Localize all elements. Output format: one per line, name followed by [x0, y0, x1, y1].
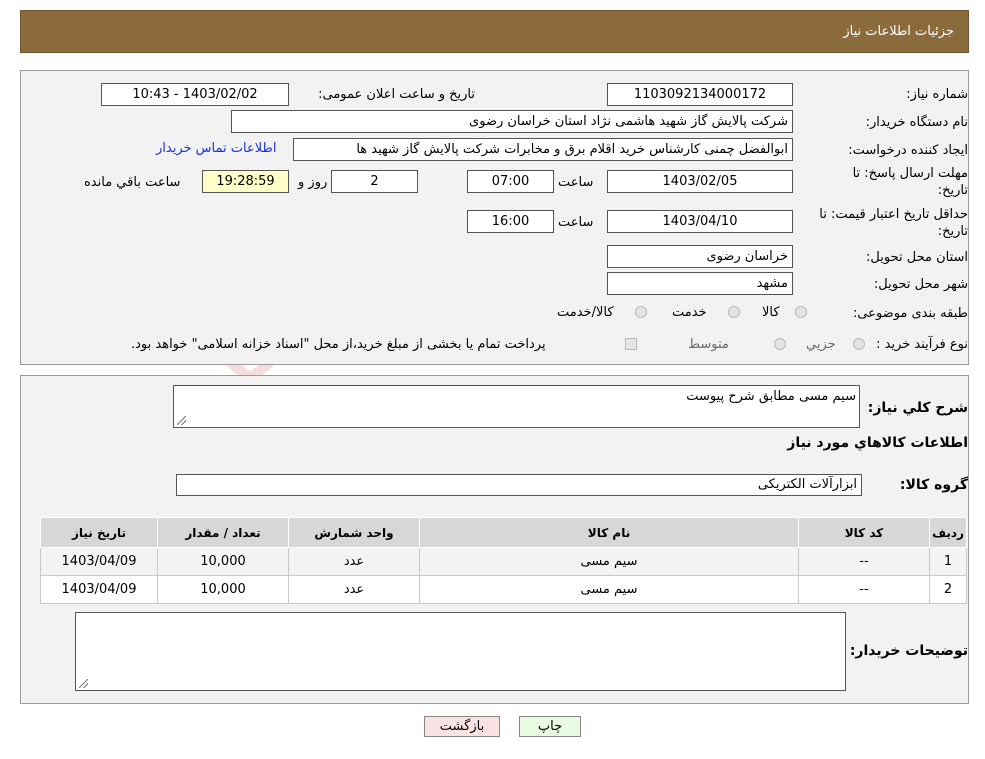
creator-label: ایجاد کننده درخواست:	[848, 143, 968, 158]
cell-qty: 10,000	[157, 547, 289, 576]
category-option-service: خدمت	[672, 305, 707, 320]
category-option-goods-service: کالا/خدمت	[557, 305, 614, 320]
process-radio-medium[interactable]	[774, 338, 786, 350]
cell-date: 1403/04/09	[40, 547, 158, 576]
col-code-header: کد کالا	[798, 517, 930, 548]
need-number-field: 1103092134000172	[607, 83, 793, 106]
validity-time-label: ساعت	[558, 215, 594, 230]
resize-grip-icon[interactable]	[177, 416, 186, 425]
validity-label-date: تاریخ:	[937, 224, 968, 239]
goods-table: ردیف کد کالا نام کالا واحد شمارش تعداد /…	[40, 517, 967, 604]
validity-date-field: 1403/04/10	[607, 210, 793, 233]
category-radio-goods[interactable]	[795, 306, 807, 318]
need-number-label: شماره نیاز:	[906, 87, 968, 102]
resize-grip-icon[interactable]	[79, 679, 88, 688]
category-option-goods: کالا	[762, 305, 780, 320]
table-row: 1 -- سیم مسی عدد 10,000 1403/04/09	[40, 547, 967, 576]
col-date-header: تاریخ نیاز	[40, 517, 158, 548]
province-label: استان محل تحویل:	[866, 250, 968, 265]
buyer-org-label: نام دستگاه خریدار:	[865, 115, 968, 130]
process-option-medium: متوسط	[688, 337, 729, 352]
goods-table-header: ردیف کد کالا نام کالا واحد شمارش تعداد /…	[40, 517, 967, 548]
validity-label: حداقل تاریخ اعتبار قیمت: تا	[819, 207, 968, 222]
goods-group-label: گروه کالا:	[899, 477, 968, 493]
cell-row: 1	[929, 547, 967, 576]
buyer-contact-link[interactable]: اطلاعات تماس خریدار	[156, 141, 276, 156]
page-title: جزئیات اطلاعات نیاز	[843, 24, 954, 39]
payment-note: پرداخت تمام یا بخشی از مبلغ خرید،از محل …	[131, 337, 546, 352]
city-field: مشهد	[607, 272, 793, 295]
category-radio-service[interactable]	[728, 306, 740, 318]
print-button[interactable]: چاپ	[519, 716, 581, 737]
cell-date: 1403/04/09	[40, 575, 158, 604]
buyer-org-field: شرکت پالایش گاز شهید هاشمی نژاد استان خر…	[231, 110, 793, 133]
cell-unit: عدد	[288, 575, 420, 604]
category-label: طبقه بندی موضوعی:	[852, 306, 968, 321]
deadline-date-field: 1403/02/05	[607, 170, 793, 193]
deadline-time-label: ساعت	[558, 175, 594, 190]
deadline-time-field: 07:00	[467, 170, 554, 193]
deadline-label-date: تاریخ:	[937, 183, 968, 198]
process-label: نوع فرآیند خرید :	[876, 337, 968, 352]
remaining-label: ساعت باقي مانده	[84, 175, 181, 190]
cell-name: سیم مسی	[419, 575, 799, 604]
col-name-header: نام کالا	[419, 517, 799, 548]
remaining-days-field: 2	[331, 170, 418, 193]
days-label: روز و	[298, 175, 328, 190]
announce-datetime-field: 1403/02/02 - 10:43	[101, 83, 289, 106]
treasury-payment-checkbox[interactable]	[625, 338, 637, 350]
back-button[interactable]: بازگشت	[424, 716, 500, 737]
cell-row: 2	[929, 575, 967, 604]
table-row: 2 -- سیم مسی عدد 10,000 1403/04/09	[40, 575, 967, 604]
city-label: شهر محل تحویل:	[873, 277, 968, 292]
col-qty-header: تعداد / مقدار	[157, 517, 289, 548]
cell-name: سیم مسی	[419, 547, 799, 576]
cell-code: --	[798, 575, 930, 604]
summary-label: شرح کلي نياز:	[867, 400, 968, 416]
buyer-notes-label: توضیحات خریدار:	[849, 643, 968, 659]
process-option-minor: جزیي	[806, 337, 836, 352]
goods-info-title: اطلاعات کالاهاي مورد نياز	[787, 435, 968, 451]
process-radio-minor[interactable]	[853, 338, 865, 350]
summary-text: سیم مسی مطابق شرح پیوست	[686, 389, 856, 404]
cell-qty: 10,000	[157, 575, 289, 604]
announce-label: تاریخ و ساعت اعلان عمومی:	[318, 87, 475, 102]
province-field: خراسان رضوی	[607, 245, 793, 268]
summary-textarea[interactable]: سیم مسی مطابق شرح پیوست	[173, 385, 860, 428]
validity-time-field: 16:00	[467, 210, 554, 233]
deadline-label: مهلت ارسال پاسخ: تا	[852, 166, 968, 181]
page-header: جزئیات اطلاعات نیاز	[20, 10, 969, 53]
col-row-header: ردیف	[929, 517, 967, 548]
cell-unit: عدد	[288, 547, 420, 576]
category-radio-goods-service[interactable]	[635, 306, 647, 318]
goods-group-field: ابزارآلات الکتریکی	[176, 474, 862, 496]
cell-code: --	[798, 547, 930, 576]
creator-field: ابوالفضل چمنی کارشناس خرید اقلام برق و م…	[293, 138, 793, 161]
buyer-notes-textarea[interactable]	[75, 612, 846, 691]
col-unit-header: واحد شمارش	[288, 517, 420, 548]
remaining-time-field: 19:28:59	[202, 170, 289, 193]
